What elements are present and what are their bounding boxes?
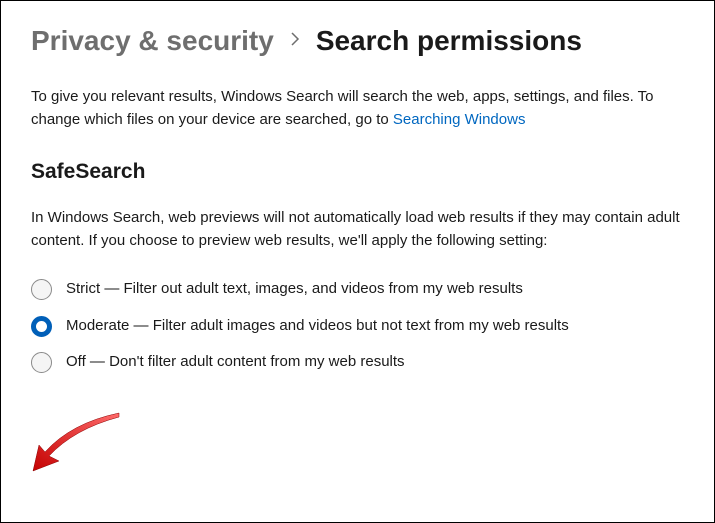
radio-option-off[interactable]: Off — Don't filter adult content from my…	[31, 351, 684, 374]
description-text: To give you relevant results, Windows Se…	[31, 88, 654, 128]
page-description: To give you relevant results, Windows Se…	[31, 85, 681, 132]
breadcrumb: Privacy & security Search permissions	[31, 25, 684, 57]
breadcrumb-parent[interactable]: Privacy & security	[31, 25, 274, 57]
safesearch-intro: In Windows Search, web previews will not…	[31, 206, 681, 253]
annotation-arrow-icon	[19, 411, 129, 486]
searching-windows-link[interactable]: Searching Windows	[393, 111, 526, 128]
page-title: Search permissions	[316, 25, 582, 57]
radio-option-strict[interactable]: Strict — Filter out adult text, images, …	[31, 278, 684, 301]
radio-icon	[31, 316, 52, 337]
radio-icon	[31, 352, 52, 373]
safesearch-heading: SafeSearch	[31, 160, 684, 184]
radio-label: Strict — Filter out adult text, images, …	[66, 278, 523, 301]
radio-icon	[31, 279, 52, 300]
safesearch-radio-group: Strict — Filter out adult text, images, …	[31, 278, 684, 374]
radio-label: Off — Don't filter adult content from my…	[66, 351, 405, 374]
radio-option-moderate[interactable]: Moderate — Filter adult images and video…	[31, 315, 684, 338]
radio-label: Moderate — Filter adult images and video…	[66, 315, 569, 338]
chevron-right-icon	[290, 32, 300, 51]
